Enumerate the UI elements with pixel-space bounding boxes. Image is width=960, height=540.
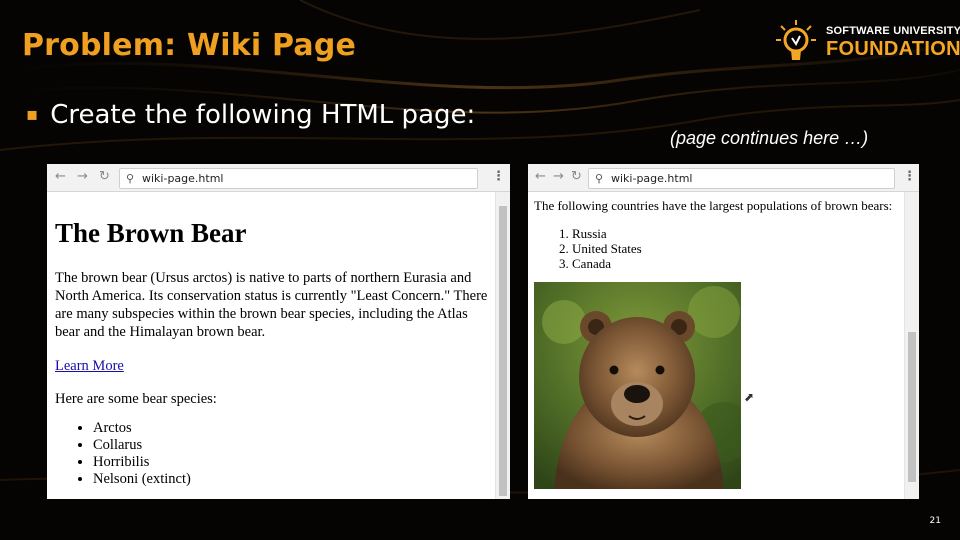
list-item: Canada bbox=[572, 256, 904, 271]
list-item: Russia bbox=[572, 226, 904, 241]
list-item: Arctos bbox=[93, 420, 492, 437]
list-item: Collarus bbox=[93, 437, 492, 454]
logo-line2: FOUNDATION bbox=[826, 38, 960, 60]
forward-arrow-icon[interactable]: → bbox=[77, 169, 88, 185]
browser-window-left: ← → ↻ ⚲ wiki-page.html ⋮ The Brown Bear … bbox=[47, 164, 510, 499]
softuni-logo: SOFTWARE UNIVERSITY FOUNDATION bbox=[772, 16, 960, 72]
back-arrow-icon[interactable]: ← bbox=[535, 169, 546, 185]
menu-dots-icon[interactable]: ⋮ bbox=[903, 169, 916, 184]
back-arrow-icon[interactable]: ← bbox=[55, 169, 66, 185]
scroll-thumb[interactable] bbox=[908, 332, 916, 482]
page-number: 21 bbox=[929, 516, 941, 526]
scrollbar[interactable] bbox=[495, 192, 510, 499]
learn-more-link[interactable]: Learn More bbox=[55, 358, 124, 375]
bullet-text: Create the following HTML page: bbox=[50, 100, 476, 130]
slide-title: Problem: Wiki Page bbox=[22, 28, 357, 63]
browser-window-right: ← → ↻ ⚲ wiki-page.html ⋮ The following c… bbox=[528, 164, 919, 499]
countries-list: Russia United States Canada bbox=[534, 226, 904, 271]
lightbulb-logo-icon bbox=[776, 20, 816, 60]
address-text: wiki-page.html bbox=[611, 172, 693, 185]
address-bar[interactable]: ⚲ wiki-page.html bbox=[119, 168, 478, 189]
address-text: wiki-page.html bbox=[142, 172, 224, 185]
menu-dots-icon[interactable]: ⋮ bbox=[492, 169, 505, 184]
list-item: Nelsoni (extinct) bbox=[93, 471, 492, 488]
list-item: Horribilis bbox=[93, 454, 492, 471]
address-bar[interactable]: ⚲ wiki-page.html bbox=[588, 168, 895, 189]
brown-bear-image bbox=[534, 282, 754, 489]
browser-toolbar: ← → ↻ ⚲ wiki-page.html ⋮ bbox=[528, 164, 919, 192]
page-content: The following countries have the largest… bbox=[534, 192, 904, 271]
bullet-item: ▪ Create the following HTML page: bbox=[26, 100, 475, 130]
search-icon: ⚲ bbox=[126, 172, 135, 185]
scroll-thumb[interactable] bbox=[499, 206, 507, 496]
page-content: The Brown Bear The brown bear (Ursus arc… bbox=[55, 192, 492, 488]
species-intro: Here are some bear species: bbox=[55, 391, 217, 407]
intro-paragraph: The brown bear (Ursus arctos) is native … bbox=[55, 270, 488, 340]
countries-intro: The following countries have the largest… bbox=[534, 198, 893, 213]
page-heading: The Brown Bear bbox=[55, 218, 247, 248]
logo-line1: SOFTWARE UNIVERSITY bbox=[826, 25, 960, 37]
bullet-square-icon: ▪ bbox=[26, 104, 39, 125]
search-icon: ⚲ bbox=[595, 172, 604, 185]
list-item: United States bbox=[572, 241, 904, 256]
reload-icon[interactable]: ↻ bbox=[99, 169, 110, 185]
species-list: Arctos Collarus Horribilis Nelsoni (exti… bbox=[55, 420, 492, 488]
continue-note: (page continues here …) bbox=[670, 128, 869, 148]
mouse-cursor-icon: ⬈ bbox=[744, 390, 755, 404]
scrollbar[interactable] bbox=[904, 192, 919, 499]
reload-icon[interactable]: ↻ bbox=[571, 169, 582, 185]
browser-toolbar: ← → ↻ ⚲ wiki-page.html ⋮ bbox=[47, 164, 510, 192]
forward-arrow-icon[interactable]: → bbox=[553, 169, 564, 185]
